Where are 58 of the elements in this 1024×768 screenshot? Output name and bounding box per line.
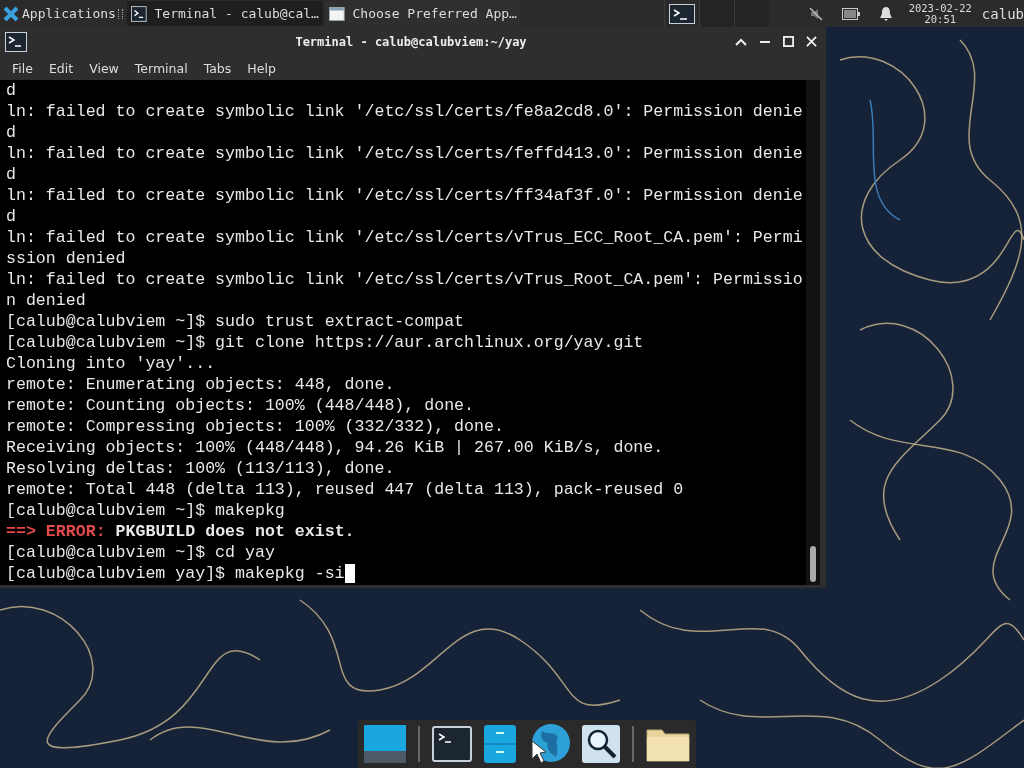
muted-speaker-icon[interactable]	[807, 5, 824, 22]
separator-handle	[117, 8, 123, 19]
workspace-switcher[interactable]	[663, 0, 769, 27]
menu-item[interactable]: File	[4, 58, 41, 78]
terminal-line: d	[6, 80, 17, 101]
error-message: PKGBUILD does not exist.	[115, 522, 355, 541]
scrollbar-thumb[interactable]	[810, 546, 816, 582]
applications-menu-button[interactable]: Applications	[0, 0, 118, 27]
terminal-line: Cloning into 'yay'...	[6, 353, 217, 374]
bell-icon[interactable]	[877, 5, 894, 22]
clock[interactable]: 2023-02-22 20:51	[908, 2, 972, 25]
terminal-line: ln: failed to create symbolic link '/etc/ssl/certs/vTrus_ECC_Root_CA.pem': Permi	[6, 227, 804, 248]
terminal-line: remote: Total 448 (delta 113), reused 447 (delta 113), pack-reused 0	[6, 479, 685, 500]
menu-item[interactable]: Terminal	[126, 58, 196, 78]
error-label: ERROR:	[45, 522, 106, 541]
maximize-icon[interactable]	[783, 36, 794, 47]
window-title: Terminal - calub@calubviem:~/yay	[294, 34, 528, 49]
terminal-icon	[130, 4, 147, 23]
error-arrow: ==>	[6, 522, 36, 541]
terminal-line: ln: failed to create symbolic link '/etc/ssl/certs/fe8a2cd8.0': Permission denie	[6, 101, 804, 122]
terminal-line: ln: failed to create symbolic link '/etc/ssl/certs/vTrus_Root_CA.pem': Permissio	[6, 269, 804, 290]
menu-item[interactable]: Help	[239, 58, 284, 78]
terminal-line: [calub@calubviem ~]$ makepkg	[6, 500, 286, 521]
terminal-line: [calub@calubviem ~]$ sudo trust extract-compat	[6, 311, 466, 332]
file-cabinet-icon[interactable]	[484, 725, 516, 763]
terminal-line: d	[6, 122, 17, 143]
menu-item[interactable]: View	[81, 58, 127, 78]
user-name[interactable]: calub	[981, 5, 1024, 22]
terminal-icon	[5, 31, 27, 52]
terminal-line: [calub@calubviem ~]$ git clone https://aur.archlinux.org/yay.git	[6, 332, 645, 353]
cross-logo-icon	[3, 5, 19, 22]
folder-icon[interactable]	[646, 726, 690, 762]
menu-item[interactable]: Tabs	[195, 58, 240, 78]
terminal-line: remote: Compressing objects: 100% (332/332), done.	[6, 416, 505, 437]
terminal-line: ssion denied	[6, 248, 127, 269]
terminal-icon[interactable]	[432, 726, 472, 762]
terminal-line: remote: Counting objects: 100% (448/448), done.	[6, 395, 476, 416]
terminal-line: d	[6, 206, 17, 227]
battery-icon[interactable]	[841, 7, 860, 20]
terminal-line: [calub@calubviem ~]$ cd yay	[6, 542, 276, 563]
menu-item[interactable]: Edit	[40, 58, 82, 78]
taskbar-button[interactable]: Choose Preferred App…	[324, 1, 521, 26]
desktop-icon[interactable]	[364, 725, 406, 763]
terminal-line: remote: Enumerating objects: 448, done.	[6, 374, 396, 395]
terminal-line: ln: failed to create symbolic link '/etc/ssl/certs/feffd413.0': Permission denie	[6, 143, 804, 164]
terminal-line: [calub@calubviem yay]$ makepkg -si	[6, 563, 345, 584]
terminal-icon	[668, 3, 695, 24]
terminal-line: d	[6, 164, 17, 185]
taskbar-button[interactable]: Terminal - calub@cal…	[126, 1, 323, 26]
terminal-line: Receiving objects: 100% (448/448), 94.26 KiB | 267.00 KiB/s, done.	[6, 437, 665, 458]
close-icon[interactable]	[806, 36, 817, 47]
terminal-line: n denied	[6, 290, 87, 311]
window-icon	[328, 5, 345, 22]
text-cursor	[344, 564, 355, 583]
terminal-line: ln: failed to create symbolic link '/etc/ssl/certs/ff34af3f.0': Permission denie	[6, 185, 804, 206]
terminal-line: Resolving deltas: 100% (113/113), done.	[6, 458, 396, 479]
magnifier-icon[interactable]	[582, 725, 620, 763]
shade-icon[interactable]	[735, 37, 747, 46]
